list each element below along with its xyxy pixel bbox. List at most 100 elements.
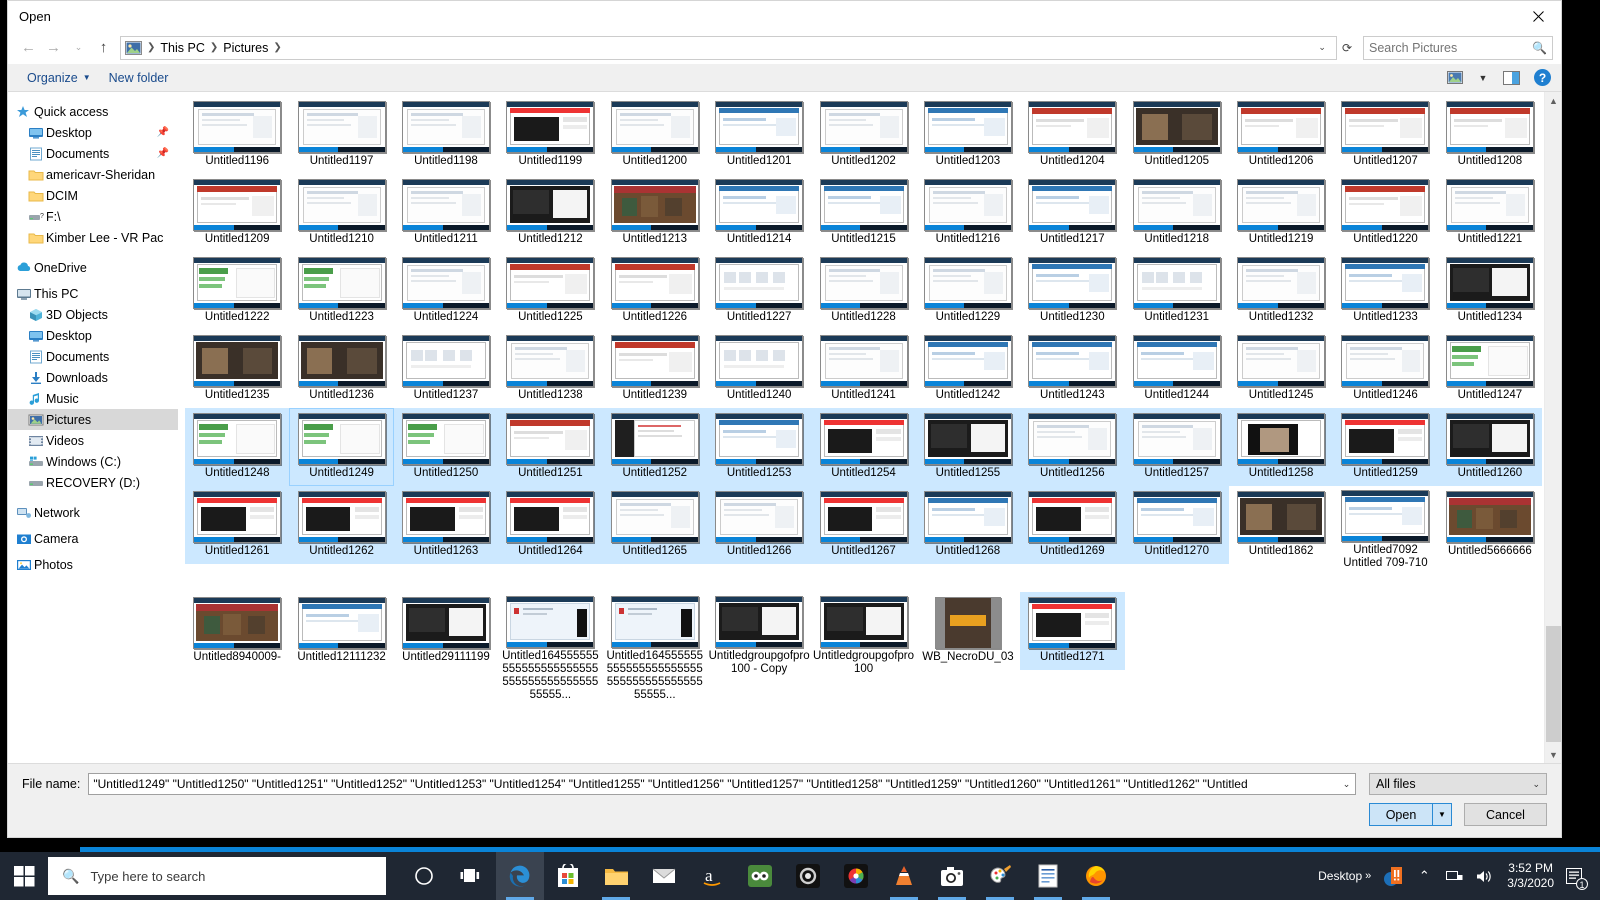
search-input[interactable] [1369, 40, 1531, 55]
view-mode-icon[interactable] [1442, 67, 1468, 89]
file-item[interactable]: Untitledgroupgofpro100 [811, 592, 915, 675]
file-item[interactable]: Untitled1226 [603, 252, 707, 330]
sidebar-item-recovery-d[interactable]: RECOVERY (D:) [8, 472, 178, 493]
file-item[interactable]: Untitled1197 [289, 96, 393, 174]
file-item[interactable]: Untitled1247 [1438, 330, 1542, 408]
file-item[interactable]: Untitled1212 [498, 174, 602, 252]
file-list-view[interactable]: Untitled1196 Untitled1197 Untitled1198 Unti… [179, 92, 1561, 763]
sidebar-item-onedrive[interactable]: OneDrive [8, 257, 178, 278]
network-tray-icon[interactable] [1439, 852, 1469, 900]
file-item[interactable]: Untitled1258 [1228, 408, 1334, 486]
file-item[interactable]: Untitled1260 [1437, 408, 1543, 486]
sidebar-item-quick-access[interactable]: Quick access [8, 101, 178, 122]
task-view-icon[interactable] [448, 852, 496, 900]
file-item[interactable]: Untitled1248 [185, 408, 290, 486]
open-split-caret-icon[interactable]: ▼ [1432, 804, 1451, 825]
breadcrumb-item-1[interactable]: Pictures [220, 41, 271, 55]
sidebar-item-this-pc[interactable]: This PC [8, 283, 178, 304]
file-item[interactable]: Untitled1207 [1333, 96, 1437, 174]
file-item[interactable]: Untitled1214 [707, 174, 811, 252]
file-item[interactable]: Untitled1198 [394, 96, 498, 174]
nvidia-icon[interactable] [784, 852, 832, 900]
pin-icon[interactable]: 📌 [157, 127, 169, 138]
file-item[interactable]: Untitled1237 [394, 330, 498, 408]
help-icon[interactable]: ? [1534, 69, 1551, 86]
sidebar-item-dcim[interactable]: DCIM [8, 185, 178, 206]
file-item[interactable]: Untitled7092 Untitled 709-710 [1333, 486, 1437, 569]
warning-icon[interactable] [1379, 852, 1409, 900]
file-item[interactable]: Untitled1218 [1125, 174, 1229, 252]
scroll-down-icon[interactable]: ▼ [1545, 746, 1561, 763]
file-item[interactable]: Untitled1253 [706, 408, 812, 486]
file-item[interactable]: Untitled1249 [289, 408, 394, 486]
taskbar-search-box[interactable]: 🔍 Type here to search [48, 857, 386, 895]
windows-start-icon[interactable] [0, 852, 48, 900]
close-icon[interactable] [1515, 1, 1561, 31]
file-item[interactable]: Untitled1254 [811, 408, 916, 486]
mail-icon[interactable] [640, 852, 688, 900]
file-type-dropdown[interactable]: All files ⌄ [1369, 773, 1547, 795]
file-item[interactable]: Untitled1204 [1020, 96, 1124, 174]
file-item[interactable]: Untitled1265 [602, 486, 707, 564]
scroll-up-icon[interactable]: ▲ [1545, 92, 1561, 109]
file-item[interactable]: Untitled1217 [1020, 174, 1124, 252]
file-item[interactable]: Untitled1256 [1020, 408, 1125, 486]
file-item[interactable]: Untitled1862 [1229, 486, 1333, 564]
sidebar-item-3d-objects[interactable]: 3D Objects [8, 304, 178, 325]
file-item[interactable]: Untitled1219 [1229, 174, 1333, 252]
preview-pane-icon[interactable] [1498, 67, 1524, 89]
file-item[interactable]: Untitled1252 [602, 408, 707, 486]
file-item[interactable]: Untitled29111199 [394, 592, 498, 670]
file-item[interactable]: Untitled1232 [1229, 252, 1333, 330]
file-item[interactable]: Untitled1227 [707, 252, 811, 330]
sidebar-item-music[interactable]: Music [8, 388, 178, 409]
file-explorer-icon[interactable] [592, 852, 640, 900]
file-item[interactable]: Untitled1215 [811, 174, 915, 252]
scrollbar-thumb[interactable] [1546, 626, 1561, 742]
file-item[interactable]: Untitled1264 [498, 486, 603, 564]
sidebar-item-windows-c[interactable]: Windows (C:) [8, 451, 178, 472]
file-item[interactable]: Untitled1223 [289, 252, 393, 330]
file-item[interactable]: Untitled16455555555555555555555555555555… [498, 592, 602, 701]
file-item[interactable]: Untitled1262 [289, 486, 394, 564]
vertical-scrollbar[interactable]: ▲ ▼ [1544, 92, 1561, 763]
edge-icon[interactable] [496, 852, 544, 900]
file-item[interactable]: Untitled1239 [603, 330, 707, 408]
file-item[interactable]: Untitled1213 [603, 174, 707, 252]
file-item[interactable]: Untitled1257 [1124, 408, 1229, 486]
file-item[interactable]: Untitled1205 [1125, 96, 1229, 174]
sidebar-item-desktop[interactable]: Desktop [8, 325, 178, 346]
chevron-up-icon[interactable]: ⌃ [1409, 852, 1439, 900]
file-item[interactable]: Untitled1255 [915, 408, 1021, 486]
open-button[interactable]: Open ▼ [1369, 803, 1452, 826]
file-item[interactable]: Untitled1199 [498, 96, 602, 174]
file-item[interactable]: Untitled1200 [603, 96, 707, 174]
refresh-icon[interactable]: ⟳ [1337, 41, 1357, 55]
breadcrumb-item-0[interactable]: This PC [157, 41, 207, 55]
file-item[interactable]: Untitled1259 [1333, 408, 1438, 486]
file-name-dropdown-icon[interactable]: ⌄ [1338, 779, 1355, 790]
file-item[interactable]: Untitled1266 [706, 486, 812, 564]
view-mode-dropdown-icon[interactable]: ▼ [1470, 67, 1496, 89]
file-item[interactable]: Untitled1235 [185, 330, 289, 408]
file-item[interactable]: Untitled1246 [1333, 330, 1437, 408]
vlc-icon[interactable] [880, 852, 928, 900]
back-icon[interactable]: ← [16, 35, 41, 60]
file-item[interactable]: Untitled1233 [1333, 252, 1437, 330]
file-item[interactable]: Untitled1221 [1438, 174, 1542, 252]
file-item[interactable]: Untitled8940009- [185, 592, 289, 670]
sidebar-item-f[interactable]: ? F:\ [8, 206, 178, 227]
file-item[interactable]: Untitled12111232 [289, 592, 393, 670]
file-item[interactable]: Untitled16455555555555555555555555555555… [603, 592, 707, 701]
sidebar-item-documents[interactable]: Documents 📌 [8, 143, 178, 164]
file-item[interactable]: Untitled1263 [393, 486, 499, 564]
sidebar-item-photos[interactable]: Photos [8, 554, 178, 575]
file-item[interactable]: Untitled1240 [707, 330, 811, 408]
file-item[interactable]: Untitled1269 [1020, 486, 1125, 564]
file-item[interactable]: Untitled1267 [811, 486, 916, 564]
desktop-peek-label[interactable]: Desktop » [1318, 869, 1379, 883]
show-desktop-button[interactable] [1588, 852, 1596, 900]
microsoft-store-icon[interactable] [544, 852, 592, 900]
file-item[interactable]: Untitled1220 [1333, 174, 1437, 252]
file-item[interactable]: Untitled1224 [394, 252, 498, 330]
